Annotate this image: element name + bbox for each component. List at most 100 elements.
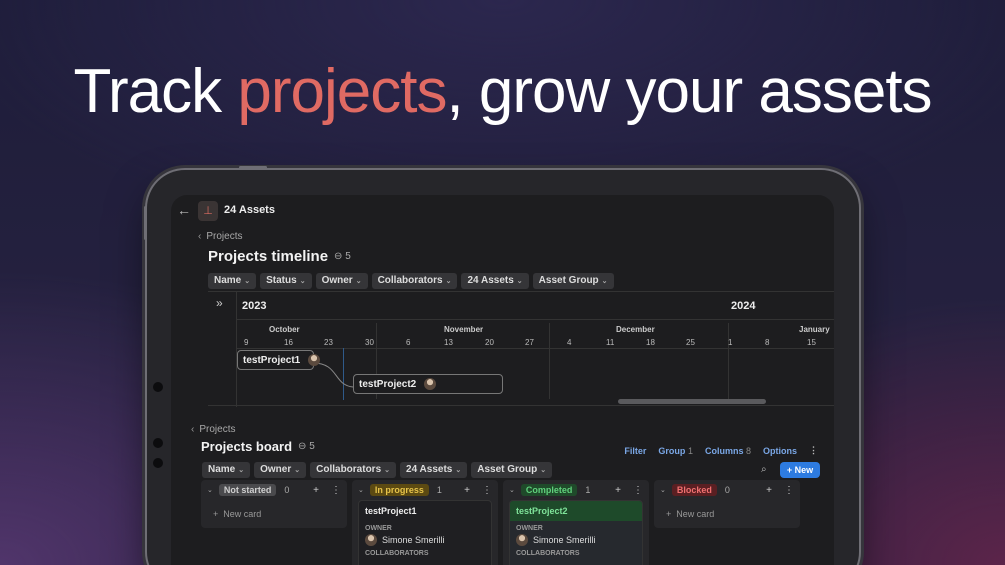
page-title: 24 Assets: [224, 204, 275, 216]
project-card[interactable]: testProject2 OWNER Simone Smerilli COLLA…: [509, 500, 643, 565]
column-count: 0: [724, 485, 730, 495]
day-label: 18: [646, 338, 655, 347]
breadcrumb[interactable]: ‹ Projects: [198, 231, 242, 242]
month-label: December: [616, 325, 655, 334]
day-label: 30: [365, 338, 374, 347]
owner-label: OWNER: [365, 525, 392, 532]
month-label: November: [444, 325, 484, 334]
top-bar: ← ⊥ 24 Assets: [171, 195, 834, 227]
more-icon[interactable]: ⋮: [784, 485, 794, 496]
day-label: 20: [485, 338, 494, 347]
more-icon[interactable]: ⋮: [482, 485, 492, 496]
plus-icon[interactable]: +: [464, 485, 470, 496]
camera-dot: [153, 382, 163, 392]
chevron-down-icon[interactable]: ⌄: [358, 486, 364, 494]
task-name: testProject2: [359, 378, 417, 390]
horizontal-scrollbar[interactable]: [618, 399, 766, 404]
board-filters: Name ⌄ Owner ⌄ Collaborators ⌄ 24 Assets ⌄ A…: [202, 462, 553, 478]
column-count: 0: [284, 485, 290, 495]
status-badge: Completed: [520, 484, 578, 496]
project-card[interactable]: testProject1 OWNER Simone Smerilli COLLA…: [358, 500, 492, 565]
filter-name[interactable]: Name ⌄: [208, 273, 257, 289]
camera-dot: [153, 438, 163, 448]
owner-name: Simone Smerilli: [382, 535, 445, 545]
arrow-left-icon[interactable]: ←: [177, 202, 191, 218]
collaborators-label: COLLABORATORS: [365, 550, 429, 557]
filter-owner[interactable]: Owner ⌄: [254, 462, 307, 478]
breadcrumb-label: Projects: [206, 231, 243, 242]
board-actions: Filter Group 1 Columns 8 Options ⋮: [624, 445, 818, 456]
month-label: October: [269, 325, 300, 334]
timeline-filters: Name ⌄ Status ⌄ Owner ⌄ Collaborators ⌄ 24 A…: [208, 273, 614, 289]
new-card-label: New card: [223, 509, 262, 519]
plus-icon[interactable]: +: [615, 485, 621, 496]
day-label: 8: [765, 338, 770, 347]
filter-collaborators[interactable]: Collaborators ⌄: [310, 462, 397, 478]
link-count-value: 5: [309, 441, 315, 452]
board-title: Projects board: [201, 439, 293, 454]
avatar: [424, 378, 437, 390]
divider: [208, 405, 834, 406]
breadcrumb[interactable]: ‹ Projects: [191, 424, 235, 435]
search-icon[interactable]: ⌕: [761, 464, 767, 475]
group-button[interactable]: Group 1: [658, 446, 693, 456]
new-card-button[interactable]: + New card: [666, 509, 714, 519]
group-count: 1: [687, 445, 693, 456]
board-column-not-started: ⌄ Not started 0 + ⋮ + New card: [201, 480, 347, 528]
day-label: 23: [324, 338, 333, 347]
new-button[interactable]: + New: [780, 462, 820, 478]
filter-assets[interactable]: 24 Assets ⌄: [400, 462, 468, 478]
filter-owner[interactable]: Owner ⌄: [315, 273, 368, 289]
filter-label: Asset Group: [477, 464, 538, 475]
tablet-power-button: [239, 166, 267, 169]
filter-assets[interactable]: 24 Assets ⌄: [461, 273, 529, 289]
collaborators-label: COLLABORATORS: [516, 550, 580, 557]
day-label: 4: [567, 338, 572, 347]
column-count: 1: [436, 485, 442, 495]
column-header: ⌄ Not started 0 + ⋮: [207, 484, 341, 496]
columns-button[interactable]: Columns 8: [705, 446, 751, 456]
filter-label: Owner: [321, 275, 353, 286]
month-label: January: [799, 325, 830, 334]
owner: Simone Smerilli: [359, 534, 491, 546]
column-header: ⌄ Blocked 0 + ⋮: [660, 484, 794, 496]
columns-label: Columns: [704, 445, 744, 456]
more-icon[interactable]: ⋮: [809, 445, 818, 456]
filter-button[interactable]: Filter: [624, 446, 646, 456]
filter-asset-group[interactable]: Asset Group ⌄: [532, 273, 614, 289]
headline-after: , grow your assets: [446, 57, 932, 126]
chevron-down-icon[interactable]: ⌄: [660, 486, 666, 494]
more-icon[interactable]: ⋮: [331, 485, 341, 496]
chevron-down-icon[interactable]: ⌄: [207, 486, 213, 494]
filter-label: Name: [208, 464, 236, 475]
owner: Simone Smerilli: [510, 534, 642, 546]
day-label: 1: [728, 338, 733, 347]
options-button[interactable]: Options: [763, 446, 797, 456]
status-badge: In progress: [369, 484, 429, 496]
filter-name[interactable]: Name ⌄: [202, 462, 251, 478]
owner-label: OWNER: [516, 525, 543, 532]
timeline-task[interactable]: testProject1: [237, 350, 321, 370]
column-header: ⌄ In progress 1 + ⋮: [358, 484, 492, 496]
tablet-volume-button: [144, 206, 147, 240]
app-screen: ← ⊥ 24 Assets ‹ Projects Projects timelin…: [171, 195, 834, 565]
new-card-button[interactable]: + New card: [213, 509, 261, 519]
expand-icon[interactable]: »: [216, 296, 223, 310]
filter-collaborators[interactable]: Collaborators ⌄: [371, 273, 458, 289]
month-divider: [549, 323, 550, 399]
avatar: [365, 534, 377, 546]
assets-icon: ⊥: [198, 201, 218, 221]
year-label: 2023: [242, 300, 267, 312]
filter-asset-group[interactable]: Asset Group ⌄: [471, 462, 553, 478]
timeline-task[interactable]: testProject2: [353, 374, 503, 394]
card-title: testProject1: [365, 506, 417, 516]
plus-icon[interactable]: +: [313, 485, 319, 496]
timeline: » 2023 2024 October November December Ja…: [208, 291, 834, 407]
chevron-down-icon[interactable]: ⌄: [509, 486, 515, 494]
plus-icon[interactable]: +: [766, 485, 772, 496]
filter-status[interactable]: Status ⌄: [260, 273, 312, 289]
group-label: Group: [658, 445, 686, 456]
more-icon[interactable]: ⋮: [633, 485, 643, 496]
link-count-value: 5: [345, 251, 351, 262]
column-header: ⌄ Completed 1 + ⋮: [509, 484, 643, 496]
